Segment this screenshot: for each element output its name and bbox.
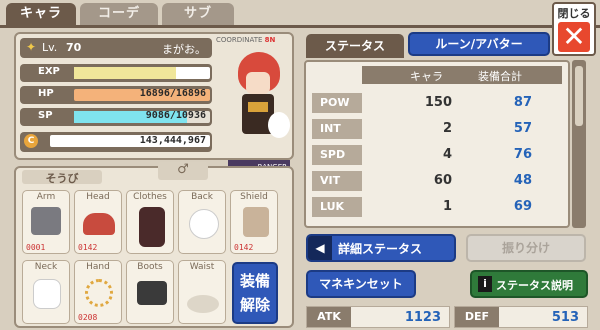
atk-row: ATK 1123 — [306, 306, 450, 328]
detail-status-label: 詳細ステータス — [338, 242, 423, 256]
status-scrollbar[interactable] — [572, 60, 586, 228]
sp-row: SP 9086/10936 — [20, 108, 212, 126]
def-label: DEF — [455, 307, 499, 327]
col-chara: キャラ — [410, 70, 443, 83]
exp-label: EXP — [38, 66, 60, 77]
boots-item-icon — [137, 281, 167, 305]
exp-track — [74, 67, 210, 79]
detail-status-button[interactable]: ◀ 詳細ステータス — [306, 234, 456, 262]
status-header: キャラ 装備合計 — [362, 66, 562, 84]
hand-item-icon — [85, 279, 113, 307]
col-equip-total: 装備合計 — [478, 70, 522, 83]
slot-shield[interactable]: Shield 0142 — [230, 190, 278, 254]
character-name: まがお。 — [162, 43, 206, 56]
slot-head[interactable]: Head 0142 — [74, 190, 122, 254]
character-sprite — [230, 48, 290, 156]
clothes-item-icon — [139, 207, 165, 247]
slot-back[interactable]: Back — [178, 190, 226, 254]
slot-waist[interactable]: Waist — [178, 260, 226, 324]
tab-rune-avatar[interactable]: ルーン/アバター — [408, 32, 550, 56]
slot-hand[interactable]: Hand 0208 — [74, 260, 122, 324]
tab-chara[interactable]: キャラ — [6, 3, 76, 25]
level-value: 70 — [66, 41, 82, 54]
gold-value: 143,444,967 — [139, 135, 206, 146]
scroll-thumb[interactable] — [575, 66, 583, 126]
hp-value: 16896/16896 — [139, 88, 206, 99]
neck-item-icon — [33, 279, 61, 309]
info-icon: i — [478, 276, 492, 292]
allocate-button[interactable]: 振り分け — [466, 234, 586, 262]
exp-row: EXP — [20, 64, 212, 82]
tab-status[interactable]: ステータス — [306, 34, 404, 58]
back-arrow-icon: ◀ — [308, 236, 332, 260]
waist-empty-icon — [187, 295, 219, 313]
star-icon: ✦ — [26, 40, 37, 54]
atk-label: ATK — [307, 307, 351, 327]
hp-label: HP — [38, 88, 54, 99]
tab-divider — [0, 25, 600, 28]
tab-coordinate[interactable]: コーデ — [80, 3, 158, 25]
character-panel: ✦ Lv. 70 まがお。 EXP HP 16896/16896 SP 9086… — [14, 32, 294, 174]
slot-clothes[interactable]: Clothes — [126, 190, 174, 254]
hp-row: HP 16896/16896 — [20, 86, 212, 104]
head-item-icon — [83, 213, 115, 235]
equipment-panel: そうび ♂ Arm 0001 Head 0142 Clothes Back Shie… — [14, 162, 294, 328]
exp-bar — [74, 67, 176, 79]
stat-row-pow: POW 150 87 — [312, 92, 564, 114]
shield-item-icon — [243, 207, 269, 237]
status-help-label: ステータス説明 — [496, 279, 573, 292]
level-row: ✦ Lv. 70 まがお。 — [20, 38, 212, 58]
sp-value: 9086/10936 — [145, 110, 206, 121]
stat-row-luk: LUK 1 69 — [312, 196, 564, 218]
status-table: キャラ 装備合計 POW 150 87 INT 2 57 SPD 4 76 VIT 60 48 … — [304, 60, 570, 228]
sp-label: SP — [38, 110, 53, 121]
close-label: 閉じる — [557, 7, 591, 20]
status-help-button[interactable]: i ステータス説明 — [470, 270, 588, 298]
unequip-button[interactable]: 装備 解除 — [232, 262, 278, 324]
level-prefix: Lv. — [42, 41, 58, 54]
stat-row-vit: VIT 60 48 — [312, 170, 564, 192]
def-row: DEF 513 — [454, 306, 588, 328]
arm-item-icon — [31, 207, 61, 235]
close-icon: ✕ — [558, 22, 590, 52]
mannequin-set-button[interactable]: マネキンセット — [306, 270, 416, 298]
close-button[interactable]: 閉じる ✕ — [552, 2, 596, 56]
coordinate-label: COORDINATE 8N — [216, 36, 276, 44]
slot-arm[interactable]: Arm 0001 — [22, 190, 70, 254]
slot-boots[interactable]: Boots — [126, 260, 174, 324]
back-item-icon — [189, 209, 219, 239]
gender-icon: ♂ — [158, 162, 208, 180]
def-value: 513 — [551, 310, 579, 325]
gold-row: C 143,444,967 — [20, 132, 212, 152]
coin-icon: C — [24, 134, 38, 148]
stat-row-int: INT 2 57 — [312, 118, 564, 140]
atk-value: 1123 — [404, 310, 441, 325]
slot-neck[interactable]: Neck — [22, 260, 70, 324]
tab-sub[interactable]: サブ — [162, 3, 234, 25]
stat-row-spd: SPD 4 76 — [312, 144, 564, 166]
equip-title: そうび — [22, 170, 102, 185]
